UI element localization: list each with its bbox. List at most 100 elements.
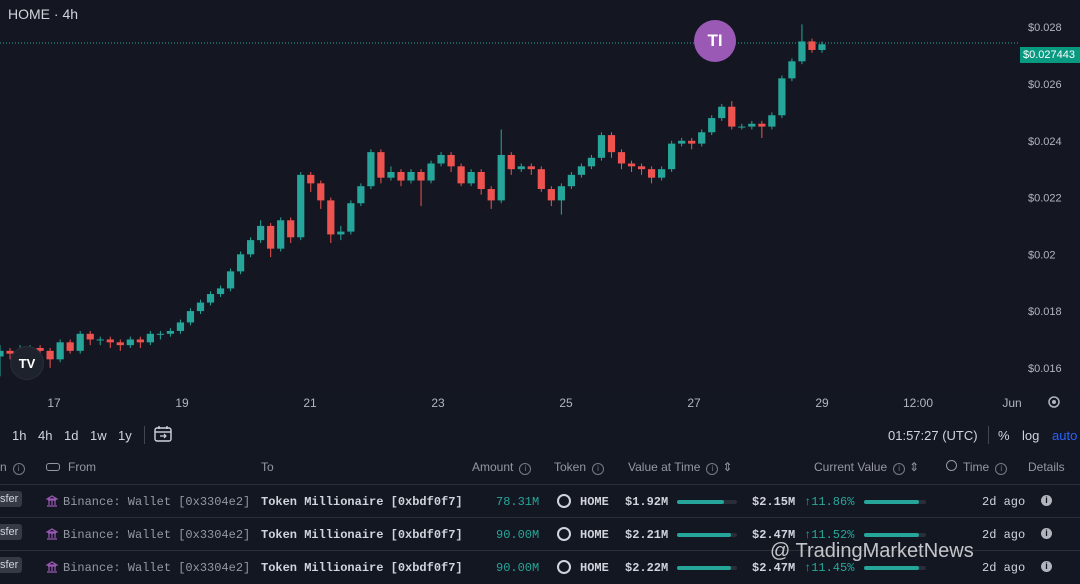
candle-body[interactable] <box>808 41 816 50</box>
candle-body[interactable] <box>0 350 4 357</box>
log-toggle[interactable]: log <box>1022 428 1039 443</box>
from-address[interactable]: Binance: Wallet [0x3304e2] <box>63 528 250 542</box>
candle-body[interactable] <box>327 200 335 235</box>
table-row[interactable]: sfer Binance: Wallet [0x3304e2] Token Mill… <box>0 484 1080 518</box>
candle-body[interactable] <box>397 172 405 181</box>
candle-body[interactable] <box>678 140 686 144</box>
col-amount-header[interactable]: Amount i <box>472 460 532 475</box>
candle-body[interactable] <box>748 123 756 127</box>
col-value-at-time-header[interactable]: Value at Time i ⇕ <box>628 460 733 475</box>
candle-body[interactable] <box>66 342 74 351</box>
candle-body[interactable] <box>106 339 114 343</box>
token-symbol[interactable]: HOME <box>580 495 609 509</box>
info-icon[interactable]: i <box>519 463 532 475</box>
candle-body[interactable] <box>698 132 706 144</box>
candle-body[interactable] <box>176 322 185 331</box>
timeframe-1y[interactable]: 1y <box>118 428 132 443</box>
candle-body[interactable] <box>587 157 596 167</box>
token-symbol[interactable]: HOME <box>580 561 609 575</box>
candle-body[interactable] <box>738 126 746 128</box>
candle-body[interactable] <box>226 271 235 289</box>
candle-body[interactable] <box>367 152 375 187</box>
candle-body[interactable] <box>597 135 606 158</box>
candle-body[interactable] <box>427 163 435 181</box>
candle-body[interactable] <box>537 169 545 190</box>
col-current-value-header[interactable]: Current Value i ⇕ <box>814 460 919 475</box>
candle-body[interactable] <box>136 339 144 343</box>
info-icon[interactable]: i <box>12 463 25 475</box>
candle-body[interactable] <box>277 220 285 249</box>
timeframe-1d[interactable]: 1d <box>64 428 78 443</box>
candle-body[interactable] <box>617 152 626 164</box>
details-info-icon[interactable]: i <box>1041 528 1052 539</box>
col-token-header[interactable]: Token i <box>554 460 605 475</box>
candle-body[interactable] <box>307 174 315 184</box>
candle-body[interactable] <box>146 333 154 343</box>
token-symbol[interactable]: HOME <box>580 528 609 542</box>
details-info-icon[interactable]: i <box>1041 495 1052 506</box>
indicator-badge[interactable]: TI <box>694 20 736 62</box>
candle-body[interactable] <box>507 154 515 170</box>
candle-body[interactable] <box>688 140 696 144</box>
candle-body[interactable] <box>76 333 84 351</box>
candle-body[interactable] <box>517 166 525 170</box>
candle-body[interactable] <box>718 106 726 119</box>
col-to-header[interactable]: To <box>261 460 274 474</box>
candle-body[interactable] <box>778 78 786 116</box>
candle-body[interactable] <box>417 172 425 181</box>
candle-body[interactable] <box>477 172 485 190</box>
to-address[interactable]: Token Millionaire [0xbdf0f7] <box>261 528 463 542</box>
candle-body[interactable] <box>798 41 806 62</box>
time-axis[interactable]: 17 19 21 23 25 27 29 12:00 Jun <box>0 390 1080 416</box>
candle-body[interactable] <box>788 61 796 79</box>
candle-body[interactable] <box>387 172 395 178</box>
candle-body[interactable] <box>527 166 535 170</box>
col-time-header[interactable]: Time i <box>946 460 1008 475</box>
candle-body[interactable] <box>658 169 666 178</box>
timeframe-4h[interactable]: 4h <box>38 428 52 443</box>
candle-body[interactable] <box>668 143 676 170</box>
candle-body[interactable] <box>357 186 365 204</box>
candle-body[interactable] <box>186 311 195 323</box>
candle-body[interactable] <box>647 169 656 178</box>
candle-body[interactable] <box>637 166 646 170</box>
to-address[interactable]: Token Millionaire [0xbdf0f7] <box>261 561 463 575</box>
candle-body[interactable] <box>56 342 64 360</box>
candle-body[interactable] <box>487 189 495 201</box>
candle-body[interactable] <box>86 333 94 340</box>
auto-toggle[interactable]: auto <box>1052 428 1077 443</box>
candle-body[interactable] <box>547 189 555 201</box>
info-icon[interactable]: i <box>995 463 1008 475</box>
timeframe-1w[interactable]: 1w <box>90 428 107 443</box>
chart-area[interactable]: $0.028 $0.026 $0.024 $0.022 $0.02 $0.018 $0.01… <box>0 0 1080 390</box>
candle-body[interactable] <box>728 106 736 127</box>
info-icon[interactable]: i <box>893 463 906 475</box>
candle-body[interactable] <box>166 330 175 334</box>
info-icon[interactable]: i <box>706 463 719 475</box>
candle-body[interactable] <box>437 154 445 164</box>
candle-body[interactable] <box>627 163 636 167</box>
candle-body[interactable] <box>297 174 305 238</box>
candle-body[interactable] <box>96 339 104 341</box>
candle-body[interactable] <box>236 254 245 272</box>
candle-body[interactable] <box>467 172 475 184</box>
candle-body[interactable] <box>317 183 325 201</box>
candle-body[interactable] <box>577 166 586 175</box>
sort-icon[interactable]: ⇕ <box>722 460 732 474</box>
sort-icon[interactable]: ⇕ <box>909 460 919 474</box>
col-from-header[interactable]: From <box>46 460 96 474</box>
candle-body[interactable] <box>567 174 575 187</box>
candle-body[interactable] <box>216 288 225 295</box>
candle-body[interactable] <box>758 123 766 127</box>
candle-body[interactable] <box>768 115 776 127</box>
candle-body[interactable] <box>407 172 415 181</box>
candle-body[interactable] <box>337 231 345 235</box>
candle-body[interactable] <box>126 339 134 346</box>
candle-body[interactable] <box>377 152 385 178</box>
from-address[interactable]: Binance: Wallet [0x3304e2] <box>63 495 250 509</box>
to-address[interactable]: Token Millionaire [0xbdf0f7] <box>261 495 463 509</box>
candle-body[interactable] <box>347 203 355 232</box>
candlestick-chart[interactable]: $0.028 $0.026 $0.024 $0.022 $0.02 $0.018 $0.01… <box>0 0 1080 390</box>
timeframe-1h[interactable]: 1h <box>12 428 26 443</box>
candle-body[interactable] <box>206 294 215 303</box>
